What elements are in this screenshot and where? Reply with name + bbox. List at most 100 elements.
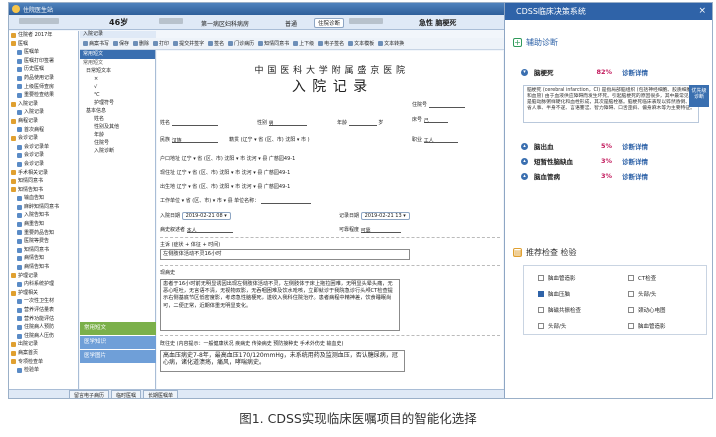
- tab-medical-images[interactable]: 医学图片: [80, 350, 156, 363]
- tree-item[interactable]: 营养功能评估: [9, 315, 78, 324]
- admit-date-field[interactable]: 入院日期 2019-02-21 08 ▾: [160, 212, 231, 220]
- tree-item[interactable]: 入院记录: [9, 108, 78, 117]
- toolbar-button[interactable]: 电子签名: [318, 40, 344, 47]
- tree-item[interactable]: 医嘱: [9, 40, 78, 49]
- toolbar-button[interactable]: 文本模板: [348, 40, 374, 47]
- tree-item[interactable]: 知情同意书: [9, 246, 78, 255]
- chevron-icon[interactable]: ▴: [521, 142, 528, 150]
- tree-item[interactable]: 医嘱单: [9, 48, 78, 57]
- exam-checkbox[interactable]: 脑磁共振检查: [538, 306, 581, 314]
- tree-item[interactable]: 会诊记录: [9, 151, 78, 160]
- diagnosis-detail-link[interactable]: 诊断详情: [622, 171, 648, 181]
- editor-tab-admission[interactable]: 入院记录: [80, 31, 156, 38]
- tree-item[interactable]: 医嘱打印签署: [9, 57, 78, 66]
- tab-common-phrases[interactable]: 常用短文: [80, 322, 156, 335]
- tree-item[interactable]: 麻醉知情同意书: [9, 203, 78, 212]
- tree-item[interactable]: 知情同意书: [9, 177, 78, 186]
- exam-checkbox[interactable]: CT检查: [628, 274, 656, 282]
- chevron-icon[interactable]: ▾: [521, 68, 528, 76]
- occupation-field[interactable]: 职业 工人: [412, 136, 458, 144]
- tree-item[interactable]: 护理相关: [9, 289, 78, 298]
- chevron-icon[interactable]: ▴: [521, 172, 528, 180]
- admit-date-value[interactable]: 2019-02-21 08 ▾: [181, 212, 231, 220]
- diagnosis-row[interactable]: ▴ 脑出血 5% 诊断详情: [521, 141, 711, 151]
- current-address-field[interactable]: 现住址 辽宁 ▾ 省 (区、市) 沈阳 ▾ 市 沈河 ▾ 县 广慈园49-1: [160, 169, 290, 176]
- tree-item[interactable]: 药品使用记录: [9, 74, 78, 83]
- chevron-icon[interactable]: ▴: [521, 157, 528, 165]
- birthplace-field[interactable]: 出生地 辽宁 ▾ 省 (区、市) 沈阳 ▾ 市 沈河 ▾ 县 广慈园49-1: [160, 183, 290, 190]
- status-tab[interactable]: 长期医嘱单: [143, 389, 179, 398]
- address-field[interactable]: 户口地址 辽宁 ▾ 省 (区、市) 沈阳 ▾ 市 沈河 ▾ 县 广慈园49-1: [160, 155, 295, 162]
- tree-item[interactable]: 会诊记录单: [9, 143, 78, 152]
- tree-item[interactable]: 医院等费告: [9, 237, 78, 246]
- template-item[interactable]: 性别及其他: [80, 123, 155, 131]
- tab-medical-knowledge[interactable]: 医学知识: [80, 336, 156, 349]
- exam-checkbox[interactable]: 脑血管造影: [628, 322, 666, 330]
- ethnicity-field[interactable]: 民族 汉族: [160, 136, 218, 144]
- toolbar-button[interactable]: 保存: [113, 40, 129, 47]
- native-field[interactable]: 籍贯 (辽宁 ▾ 省 (区、市) 沈阳 ▾ 市 ): [229, 136, 310, 143]
- toolbar-button[interactable]: 知情同意书: [258, 40, 289, 47]
- template-item[interactable]: 入院诊断: [80, 147, 155, 155]
- tree-item[interactable]: 知情告知书: [9, 186, 78, 195]
- exam-checkbox[interactable]: 头部/头: [628, 290, 656, 298]
- toolbar-button[interactable]: 删除: [133, 40, 149, 47]
- template-item[interactable]: ×: [80, 75, 155, 83]
- tree-item[interactable]: 病程记录: [9, 117, 78, 126]
- chief-complaint-input[interactable]: 左侧肢体活动不灵16小时: [160, 249, 410, 260]
- tree-item[interactable]: 入院记录: [9, 100, 78, 109]
- tree-item[interactable]: 手术相关记录: [9, 169, 78, 178]
- template-item[interactable]: √: [80, 83, 155, 91]
- work-field[interactable]: 工作单位 ▾ 省 (区、市) ▾ 市 ▾ 县 单位名称：: [160, 197, 311, 204]
- tree-item[interactable]: 营养评估量表: [9, 306, 78, 315]
- age-field[interactable]: 年龄 岁: [337, 119, 383, 126]
- toolbar-button[interactable]: 门诊病历: [228, 40, 254, 47]
- template-item[interactable]: 基本信息: [80, 107, 155, 115]
- diagnosis-detail-link[interactable]: 诊断详情: [622, 141, 648, 151]
- tree-item[interactable]: 护理记录: [9, 272, 78, 281]
- tree-item[interactable]: 病案首页: [9, 349, 78, 358]
- diagnosis-row[interactable]: ▴ 短暂性脑缺血 3% 诊断详情: [521, 156, 711, 166]
- toolbar-button[interactable]: 上下级: [293, 40, 314, 47]
- tree-item[interactable]: 重要检查结果: [9, 91, 78, 100]
- tree-item[interactable]: 住院病人预防: [9, 323, 78, 332]
- tree-item[interactable]: 历史医嘱: [9, 65, 78, 74]
- tree-item[interactable]: 一次性卫生材: [9, 297, 78, 306]
- tree-item[interactable]: 住院病人压伤: [9, 332, 78, 341]
- toolbar-button[interactable]: 文本转换: [378, 40, 404, 47]
- name-field[interactable]: 姓名: [160, 119, 218, 126]
- template-item[interactable]: ℃: [80, 91, 155, 99]
- exam-checkbox[interactable]: 脑血管造影: [538, 274, 576, 282]
- exam-checkbox[interactable]: 脑血压脑: [538, 290, 570, 298]
- tree-item[interactable]: 会诊记录: [9, 134, 78, 143]
- tree-item[interactable]: 专项检查单: [9, 358, 78, 367]
- toolbar-button[interactable]: 打印: [153, 40, 169, 47]
- tree-item[interactable]: 住院者 2017年: [9, 31, 78, 40]
- aux-diagnosis-header[interactable]: + 辅助诊断: [513, 37, 558, 48]
- exam-checkbox[interactable]: 头部/头: [538, 322, 566, 330]
- status-tab[interactable]: 留言电子病历: [69, 389, 110, 398]
- bed-field[interactable]: 床号 己: [412, 116, 448, 124]
- tree-item[interactable]: 检验单: [9, 366, 78, 375]
- record-date-value[interactable]: 2019-02-21 13 ▾: [360, 212, 410, 220]
- template-item[interactable]: 住院号: [80, 139, 155, 147]
- reliability-field[interactable]: 可靠程度 可靠: [339, 226, 401, 234]
- tree-item[interactable]: 出院记录: [9, 340, 78, 349]
- tree-item[interactable]: 上级医师查房: [9, 83, 78, 92]
- tree-item[interactable]: 重要药品告知: [9, 229, 78, 238]
- template-item[interactable]: 日常短文本: [80, 67, 155, 75]
- diagnosis-row[interactable]: ▾ 脑梗死 82% 诊断详情: [521, 67, 711, 77]
- tree-item[interactable]: 内科系统护理: [9, 280, 78, 289]
- toolbar-button[interactable]: 提交并签字: [173, 40, 204, 47]
- tree-item[interactable]: 病情告知书: [9, 263, 78, 272]
- toolbar-button[interactable]: 签名: [208, 40, 224, 47]
- tree-item[interactable]: 病情告知: [9, 254, 78, 263]
- diagnosis-detail-link[interactable]: 诊断详情: [622, 67, 648, 77]
- narrator-field[interactable]: 病史叙述者 本人: [160, 226, 233, 234]
- template-item[interactable]: 护理符号: [80, 99, 155, 107]
- diagnosis-row[interactable]: ▴ 脑血管病 3% 诊断详情: [521, 171, 711, 181]
- tree-item[interactable]: 首次病程: [9, 126, 78, 135]
- tree-item[interactable]: 输血告知: [9, 194, 78, 203]
- diagnosis-detail-link[interactable]: 诊断详情: [622, 156, 648, 166]
- template-item[interactable]: 年龄: [80, 131, 155, 139]
